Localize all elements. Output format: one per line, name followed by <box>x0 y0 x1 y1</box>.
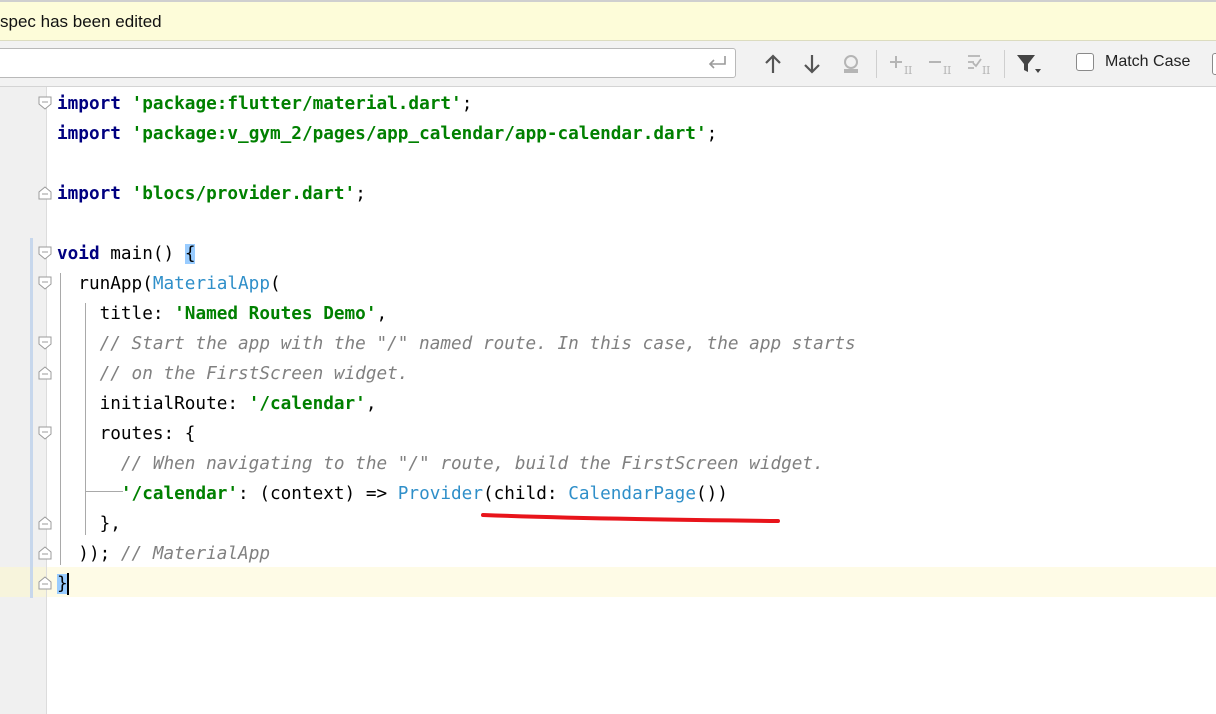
select-all-occurrences-icon: II <box>966 52 992 76</box>
keyword: import <box>57 124 121 144</box>
code-line: import 'package:flutter/material.dart'; <box>57 89 472 119</box>
current-line-highlight <box>0 567 1216 597</box>
unfold-icon[interactable] <box>38 576 52 590</box>
arrow-down-icon <box>802 53 822 75</box>
banner-text: spec has been edited <box>0 12 162 31</box>
string-literal: 'package:v_gym_2/pages/app_calendar/app-… <box>131 124 707 144</box>
code-line: void main() { <box>57 239 196 269</box>
fold-icon[interactable] <box>38 246 52 260</box>
code-line: '/calendar': (context) => Provider(child… <box>57 479 728 509</box>
fold-icon[interactable] <box>38 276 52 290</box>
code-line: )); // MaterialApp <box>57 539 270 569</box>
unfold-icon[interactable] <box>38 546 52 560</box>
code-text: ; <box>355 184 366 204</box>
select-all-occurrences-button[interactable]: II <box>966 51 992 77</box>
editor-gutter <box>0 87 47 714</box>
code-comment: // on the FirstScreen widget. <box>57 364 409 384</box>
unfold-icon[interactable] <box>38 366 52 380</box>
arrow-up-icon <box>763 53 783 75</box>
remove-occurrence-button[interactable]: II <box>927 51 953 77</box>
filter-button[interactable] <box>1014 51 1044 77</box>
code-line: import 'blocs/provider.dart'; <box>57 179 366 209</box>
match-case-label: Match Case <box>1105 53 1191 70</box>
remove-occurrence-icon: II <box>927 52 953 76</box>
fold-icon[interactable] <box>38 336 52 350</box>
code-text: : (context) => <box>238 484 398 504</box>
code-comment: // Start the app with the "/" named rout… <box>57 334 856 354</box>
toolbar-separator <box>876 50 877 78</box>
code-editor[interactable]: import 'package:flutter/material.dart'; … <box>0 87 1216 714</box>
code-comment: // When navigating to the "/" route, bui… <box>57 454 824 474</box>
string-literal: 'Named Routes Demo' <box>174 304 377 324</box>
find-all-button[interactable] <box>838 51 864 77</box>
add-occurrence-button[interactable]: II <box>888 51 914 77</box>
match-case-checkbox[interactable]: Match Case <box>1076 53 1190 71</box>
toolbar-separator <box>1004 50 1005 78</box>
class-reference[interactable]: CalendarPage <box>568 484 696 504</box>
enter-icon <box>706 53 728 73</box>
string-literal: 'blocs/provider.dart' <box>131 184 356 204</box>
search-input[interactable] <box>0 48 736 78</box>
svg-text:I: I <box>908 64 912 76</box>
unfold-icon[interactable] <box>38 186 52 200</box>
code-text: )); <box>57 544 121 564</box>
svg-text:I: I <box>986 64 990 76</box>
code-line: title: 'Named Routes Demo', <box>57 299 388 329</box>
keyword: void <box>57 244 100 264</box>
fold-icon[interactable] <box>38 96 52 110</box>
filter-icon <box>1015 52 1043 76</box>
gutter-divider <box>46 87 47 714</box>
matched-brace: { <box>184 244 196 264</box>
class-reference[interactable]: Provider <box>398 484 483 504</box>
find-all-occurrences-icon <box>839 52 863 76</box>
code-text: title: <box>57 304 175 324</box>
keyword: import <box>57 94 121 114</box>
match-case-checkbox-box[interactable] <box>1076 53 1094 71</box>
code-text: (child: <box>482 484 569 504</box>
code-line: import 'package:v_gym_2/pages/app_calend… <box>57 119 717 149</box>
code-text: , <box>365 394 377 414</box>
string-literal: '/calendar' <box>120 484 239 504</box>
find-toolbar: II II II Match Case <box>0 41 1216 87</box>
unfold-icon[interactable] <box>38 516 52 530</box>
code-line: runApp(MaterialApp( <box>57 269 281 299</box>
code-text: ; <box>706 124 718 144</box>
vcs-change-marker <box>30 238 33 598</box>
code-text: runApp( <box>57 274 153 294</box>
code-line: } <box>57 569 69 599</box>
class-reference[interactable]: MaterialApp <box>153 274 270 294</box>
previous-occurrence-button[interactable] <box>760 51 786 77</box>
code-text: ; <box>461 94 473 114</box>
string-literal: '/calendar' <box>248 394 366 414</box>
code-line: }, <box>57 514 121 534</box>
svg-text:I: I <box>947 64 951 76</box>
code-text: initialRoute: <box>57 394 249 414</box>
notification-banner: spec has been edited <box>0 0 1216 41</box>
code-text: main() <box>99 244 185 264</box>
code-text: , <box>376 304 388 324</box>
add-occurrence-icon: II <box>888 52 914 76</box>
code-text: ()) <box>695 484 728 504</box>
keyword: import <box>57 184 121 204</box>
code-text: ( <box>269 274 281 294</box>
next-option-checkbox[interactable] <box>1212 53 1216 75</box>
code-comment: // MaterialApp <box>120 544 270 564</box>
string-literal: 'package:flutter/material.dart' <box>131 94 462 114</box>
fold-icon[interactable] <box>38 426 52 440</box>
code-line: routes: { <box>57 424 196 444</box>
code-line: initialRoute: '/calendar', <box>57 389 377 419</box>
next-occurrence-button[interactable] <box>799 51 825 77</box>
text-caret <box>66 573 69 595</box>
